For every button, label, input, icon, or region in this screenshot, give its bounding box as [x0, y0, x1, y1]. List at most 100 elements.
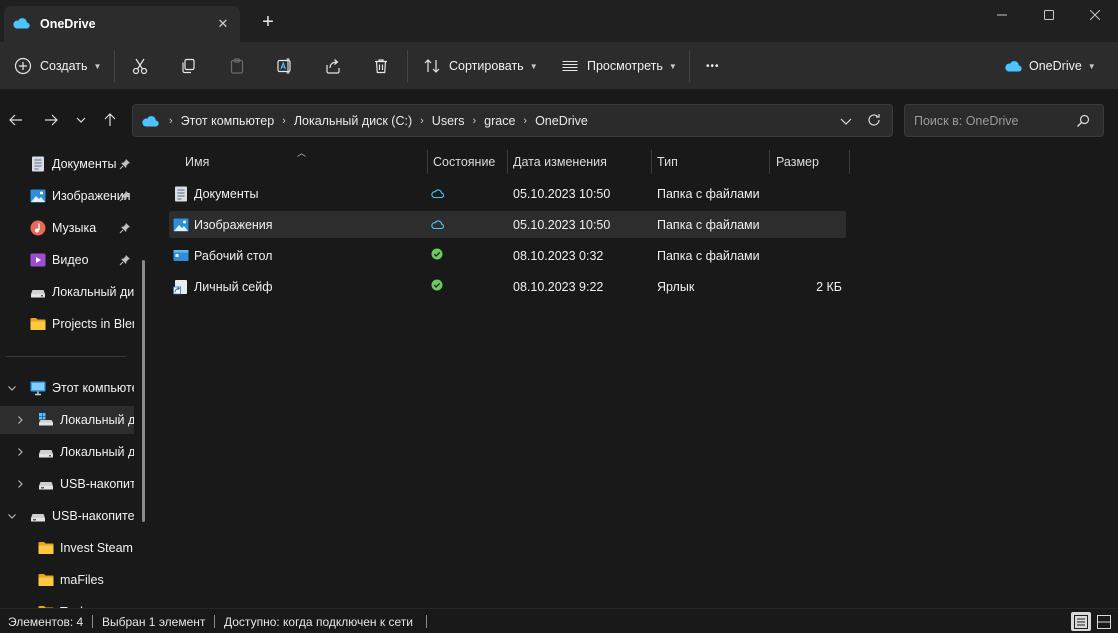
sidebar-scrollbar[interactable]: [142, 260, 145, 522]
breadcrumb-separator-icon[interactable]: ›: [282, 115, 286, 127]
column-divider[interactable]: [651, 150, 652, 174]
address-history-button[interactable]: [838, 113, 854, 129]
sidebar-item-tree[interactable]: Tools: [0, 598, 134, 608]
sidebar-item-quick[interactable]: Projects in Blender: [0, 310, 134, 338]
column-status-label: Состояние: [433, 155, 496, 169]
sidebar-item-tree[interactable]: Этот компьютер: [0, 374, 134, 402]
refresh-button[interactable]: [866, 112, 882, 128]
sidebar-item-quick[interactable]: Документы: [0, 150, 134, 178]
pin-icon[interactable]: [118, 157, 132, 171]
recent-locations-button[interactable]: [70, 109, 92, 131]
sidebar-item-label: Документы: [52, 157, 117, 171]
breadcrumb-item[interactable]: Локальный диск (C:): [294, 114, 412, 128]
copy-button[interactable]: [178, 56, 198, 76]
minimize-button[interactable]: [979, 0, 1025, 30]
file-size: 2 КБ: [816, 279, 842, 294]
pin-icon[interactable]: [118, 221, 132, 235]
breadcrumb-item[interactable]: OneDrive: [535, 114, 588, 128]
file-name: Изображения: [194, 217, 273, 232]
column-header-status[interactable]: Состояние: [433, 148, 505, 176]
column-divider[interactable]: [427, 150, 428, 174]
selection-count: Выбран 1 элемент: [102, 615, 206, 629]
system-drive-icon: [38, 412, 54, 428]
sidebar-item-quick[interactable]: Видео: [0, 246, 134, 274]
arrow-right-icon: [45, 114, 58, 126]
pin-icon[interactable]: [118, 253, 132, 267]
column-divider[interactable]: [769, 150, 770, 174]
breadcrumb: › Этот компьютер › Локальный диск (C:) › User…: [161, 114, 588, 128]
breadcrumb-separator-icon[interactable]: ›: [169, 115, 173, 127]
sidebar-item-quick[interactable]: Музыка: [0, 214, 134, 242]
status-divider: [214, 615, 215, 628]
column-date-label: Дата изменения: [513, 155, 607, 169]
file-status-cell: [431, 180, 445, 207]
create-button[interactable]: Создать ▼: [14, 52, 101, 80]
sidebar-item-tree[interactable]: maFiles: [0, 566, 134, 594]
paste-button[interactable]: [227, 56, 247, 76]
chevron-right-icon[interactable]: [14, 414, 26, 426]
pin-icon[interactable]: [118, 189, 132, 203]
cut-button[interactable]: [130, 56, 150, 76]
address-row: › Этот компьютер › Локальный диск (C:) › User…: [0, 90, 1118, 148]
close-window-button[interactable]: [1072, 0, 1118, 30]
tiles-view-button[interactable]: [1094, 612, 1114, 631]
cloud-icon: [431, 187, 445, 201]
music-icon: [30, 220, 46, 236]
chevron-right-icon[interactable]: [14, 478, 26, 490]
search-icon[interactable]: [1075, 113, 1091, 129]
status-divider: [92, 615, 93, 628]
file-date: 08.10.2023 9:22: [513, 279, 604, 294]
file-name-cell: Документы: [173, 180, 258, 207]
address-bar[interactable]: › Этот компьютер › Локальный диск (C:) › User…: [132, 104, 893, 137]
share-button[interactable]: [323, 56, 343, 76]
file-status-cell: [431, 242, 443, 269]
chevron-down-icon[interactable]: [6, 510, 18, 522]
column-header-size[interactable]: Размер: [776, 148, 846, 176]
tab-close-icon[interactable]: ✕: [214, 15, 232, 33]
breadcrumb-item[interactable]: Этот компьютер: [181, 114, 274, 128]
file-name: Документы: [194, 186, 259, 201]
breadcrumb-item[interactable]: grace: [484, 114, 515, 128]
file-row[interactable]: Изображения 05.10.2023 10:50 Папка с файла…: [169, 211, 846, 238]
sidebar-item-quick[interactable]: Локальный диск (C:): [0, 278, 134, 306]
maximize-button[interactable]: [1026, 0, 1072, 30]
breadcrumb-separator-icon[interactable]: ›: [523, 115, 527, 127]
status-divider: [426, 615, 427, 628]
view-button[interactable]: Просмотреть ▼: [561, 52, 677, 80]
file-type: Папка с файлами: [657, 186, 760, 201]
minimize-icon: [997, 14, 1007, 16]
breadcrumb-separator-icon[interactable]: ›: [420, 115, 424, 127]
up-button[interactable]: [99, 109, 121, 131]
chevron-right-icon[interactable]: [14, 446, 26, 458]
file-row[interactable]: Документы 05.10.2023 10:50 Папка с файлами: [169, 180, 846, 207]
delete-button[interactable]: [371, 56, 391, 76]
sort-ascending-icon: ︿: [297, 148, 307, 158]
folder-icon: [38, 540, 54, 556]
sidebar-item-tree[interactable]: Invest Steam: [0, 534, 134, 562]
rename-button[interactable]: [275, 56, 295, 76]
tab-onedrive[interactable]: OneDrive ✕: [4, 6, 240, 42]
file-row[interactable]: Рабочий стол 08.10.2023 0:32 Папка с файла…: [169, 242, 846, 269]
more-options-button[interactable]: •••: [706, 52, 720, 80]
details-view-button[interactable]: [1071, 612, 1091, 631]
column-divider[interactable]: [507, 150, 508, 174]
search-box[interactable]: [904, 104, 1104, 137]
file-row[interactable]: Личный сейф 08.10.2023 9:22 Ярлык 2 КБ: [169, 273, 846, 300]
column-header-date[interactable]: Дата изменения: [513, 148, 649, 176]
new-tab-button[interactable]: +: [258, 12, 278, 32]
column-divider[interactable]: [849, 150, 850, 174]
breadcrumb-item[interactable]: Users: [432, 114, 465, 128]
chevron-down-icon[interactable]: [6, 382, 18, 394]
file-date: 05.10.2023 10:50: [513, 186, 611, 201]
back-button[interactable]: [5, 109, 27, 131]
sort-button[interactable]: Сортировать ▼: [423, 52, 538, 80]
onedrive-icon: [12, 17, 30, 32]
share-icon: [326, 59, 340, 74]
forward-button[interactable]: [40, 109, 62, 131]
breadcrumb-separator-icon[interactable]: ›: [472, 115, 476, 127]
search-input[interactable]: [905, 105, 1075, 136]
sidebar-item-quick[interactable]: Изображения: [0, 182, 134, 210]
onedrive-status-button[interactable]: OneDrive ▼: [1004, 52, 1096, 80]
sidebar-item-tree[interactable]: USB-накопитель (E:): [0, 502, 134, 530]
column-header-type[interactable]: Тип: [657, 148, 767, 176]
